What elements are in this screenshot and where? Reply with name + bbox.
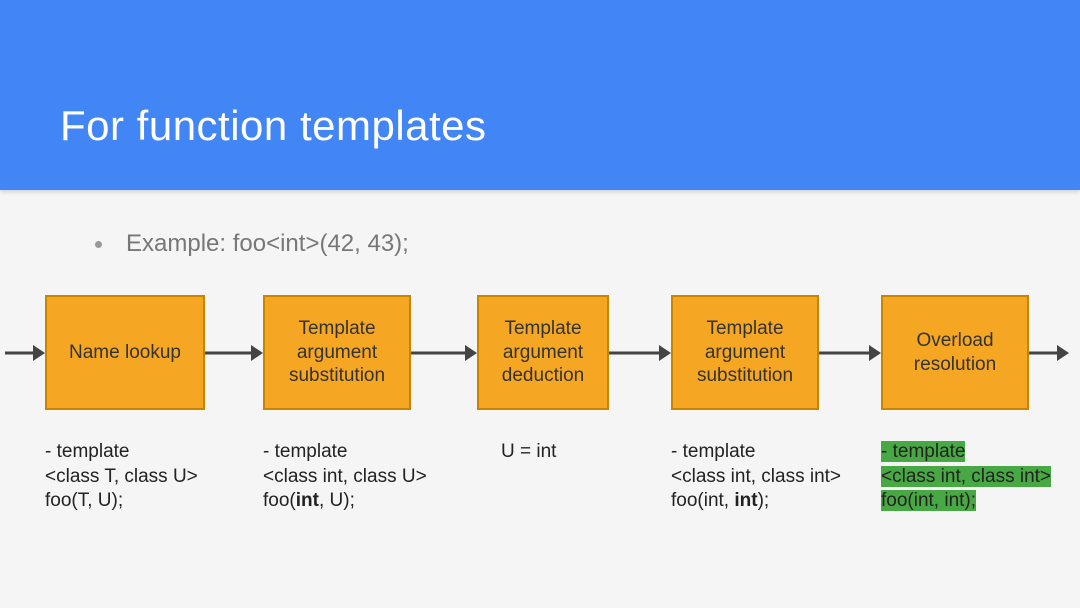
note-name-lookup: - template <class T, class U> foo(T, U);: [45, 440, 263, 514]
note-line-highlight: foo(int, int);: [881, 490, 976, 511]
slide-title: For function templates: [60, 102, 487, 150]
note-line-part: );: [758, 490, 770, 511]
note-line: <class T, class U>: [45, 466, 198, 487]
slide: For function templates Example: foo<int>…: [0, 0, 1080, 608]
flow-box-label: Overload resolution: [914, 329, 996, 377]
note-line-bold: int: [734, 490, 757, 511]
note-substitution-1: - template <class int, class U> foo(int,…: [263, 440, 477, 514]
note-overload-resolution: - template <class int, class int> foo(in…: [881, 440, 1051, 514]
flow-diagram: Name lookup Template argument substituti…: [0, 295, 1080, 410]
flow-box-label: Template argument deduction: [502, 317, 584, 388]
note-line: - template: [671, 441, 755, 462]
arrow-icon: [819, 341, 881, 365]
note-deduction: U = int: [477, 440, 671, 514]
note-line: - template: [45, 441, 129, 462]
note-line: <class int, class int>: [671, 466, 841, 487]
note-line: U = int: [501, 441, 556, 462]
note-line-bold: int: [296, 490, 319, 511]
bullet-text: Example: foo<int>(42, 43);: [126, 230, 409, 258]
note-line-part: foo(: [263, 490, 296, 511]
arrow-icon: [5, 341, 45, 365]
note-line-highlight: <class int, class int>: [881, 466, 1051, 487]
slide-body: Example: foo<int>(42, 43);: [0, 190, 1080, 258]
note-line: - template: [263, 441, 347, 462]
arrow-icon: [1029, 341, 1069, 365]
flow-notes: - template <class T, class U> foo(T, U);…: [0, 440, 1080, 514]
note-line: foo(T, U);: [45, 490, 123, 511]
flow-box-name-lookup: Name lookup: [45, 295, 205, 410]
arrow-icon: [205, 341, 263, 365]
note-line-part: foo(int,: [671, 490, 734, 511]
flow-box-template-substitution-2: Template argument substitution: [671, 295, 819, 410]
note-line: <class int, class U>: [263, 466, 427, 487]
arrow-icon: [609, 341, 671, 365]
flow-box-template-substitution-1: Template argument substitution: [263, 295, 411, 410]
arrow-icon: [411, 341, 477, 365]
note-line-part: , U);: [319, 490, 355, 511]
flow-box-overload-resolution: Overload resolution: [881, 295, 1029, 410]
flow-box-template-deduction: Template argument deduction: [477, 295, 609, 410]
bullet-item: Example: foo<int>(42, 43);: [40, 230, 1040, 258]
slide-header: For function templates: [0, 0, 1080, 190]
flow-box-label: Name lookup: [69, 341, 181, 365]
flow-box-label: Template argument substitution: [289, 317, 385, 388]
note-substitution-2: - template <class int, class int> foo(in…: [671, 440, 881, 514]
flow-box-label: Template argument substitution: [697, 317, 793, 388]
bullet-dot-icon: [95, 241, 102, 248]
note-line-highlight: - template: [881, 441, 965, 462]
